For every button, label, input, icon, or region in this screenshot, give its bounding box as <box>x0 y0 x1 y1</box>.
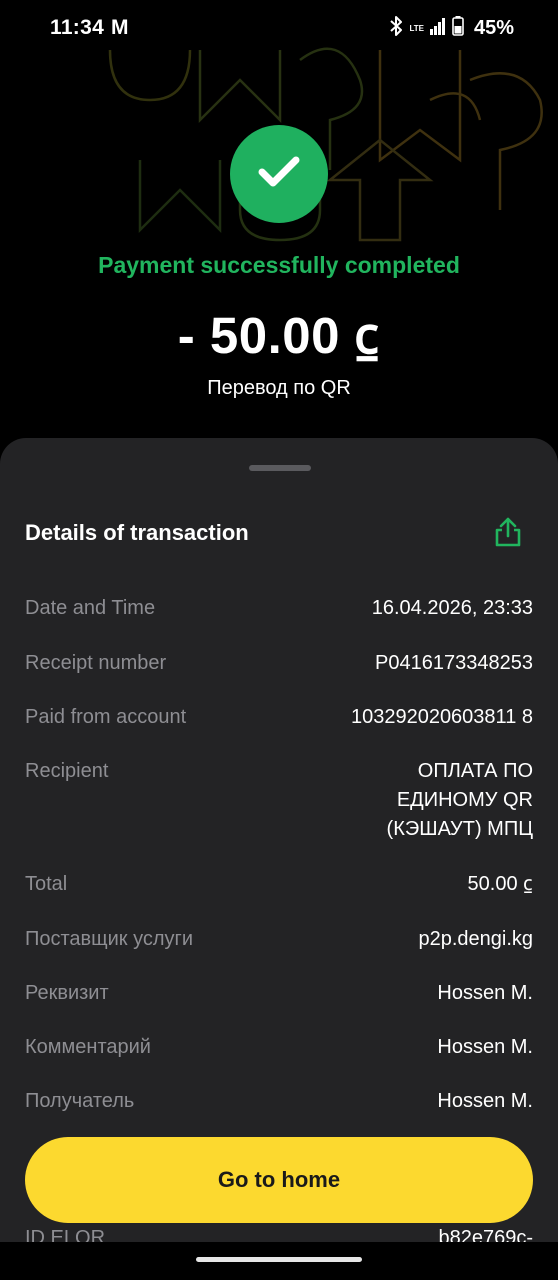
detail-value: P0416173348253 <box>375 652 533 674</box>
detail-label: Поставщик услуги <box>25 928 194 950</box>
detail-value: Hossen M. <box>437 982 533 1004</box>
detail-value: 16.04.2026, 23:33 <box>371 597 533 619</box>
detail-row-requisite: Реквизит Hossen M. <box>25 979 533 1008</box>
detail-label: Total <box>25 873 68 895</box>
detail-label: Date and Time <box>25 597 156 619</box>
payment-amount: - 50.00 ⃀ <box>177 307 381 364</box>
detail-row-provider: Поставщик услуги p2p.dengi.kg <box>25 925 533 954</box>
detail-value: Hossen M. <box>437 1036 533 1058</box>
detail-row-receiver: Получатель Hossen M. <box>25 1087 533 1116</box>
status-time: 11:34 <box>50 16 105 39</box>
battery-icon <box>452 15 464 41</box>
detail-row-total: Total 50.00 ⃀ <box>25 870 533 899</box>
detail-value: p2p.dengi.kg <box>418 928 533 950</box>
share-button[interactable] <box>490 516 526 552</box>
status-icons: LTE 45% <box>389 14 514 42</box>
success-message: Payment successfully completed <box>98 252 460 278</box>
signal-icon <box>429 17 446 40</box>
detail-value: 50.00 ⃀ <box>467 873 533 895</box>
transfer-type: Перевод по QR <box>207 377 351 399</box>
bluetooth-icon <box>389 15 403 41</box>
go-to-home-button[interactable]: Go to home <box>25 1137 533 1223</box>
detail-label: Комментарий <box>25 1036 151 1058</box>
home-indicator[interactable] <box>196 1257 362 1262</box>
detail-label: Recipient <box>25 760 109 782</box>
battery-percent: 45% <box>473 16 514 39</box>
detail-label: Реквизит <box>25 982 109 1004</box>
check-icon <box>257 155 301 194</box>
detail-value: 103292020603811 8 <box>350 706 533 728</box>
detail-label: Receipt number <box>25 652 167 674</box>
details-title: Details of transaction <box>25 520 249 545</box>
detail-value: ОПЛАТА ПО ЕДИНОМУ QR (КЭШАУТ) МПЦ <box>386 760 533 840</box>
detail-label: Получатель <box>25 1090 135 1112</box>
detail-label: Paid from account <box>25 706 187 728</box>
detail-row-receipt: Receipt number P0416173348253 <box>25 649 533 678</box>
network-type: LTE <box>409 23 424 33</box>
sheet-drag-handle[interactable] <box>249 465 311 471</box>
detail-row-recipient: Recipient ОПЛАТА ПО ЕДИНОМУ QR (КЭШАУТ) … <box>25 757 533 844</box>
detail-row-account: Paid from account 103292020603811 8 <box>25 703 533 732</box>
detail-value: Hossen M. <box>437 1090 533 1112</box>
share-icon <box>493 516 523 553</box>
detail-row-date: Date and Time 16.04.2026, 23:33 <box>25 594 533 623</box>
success-check-badge <box>230 125 328 223</box>
detail-row-comment: Комментарий Hossen M. <box>25 1033 533 1062</box>
notification-icon: M <box>111 16 129 39</box>
